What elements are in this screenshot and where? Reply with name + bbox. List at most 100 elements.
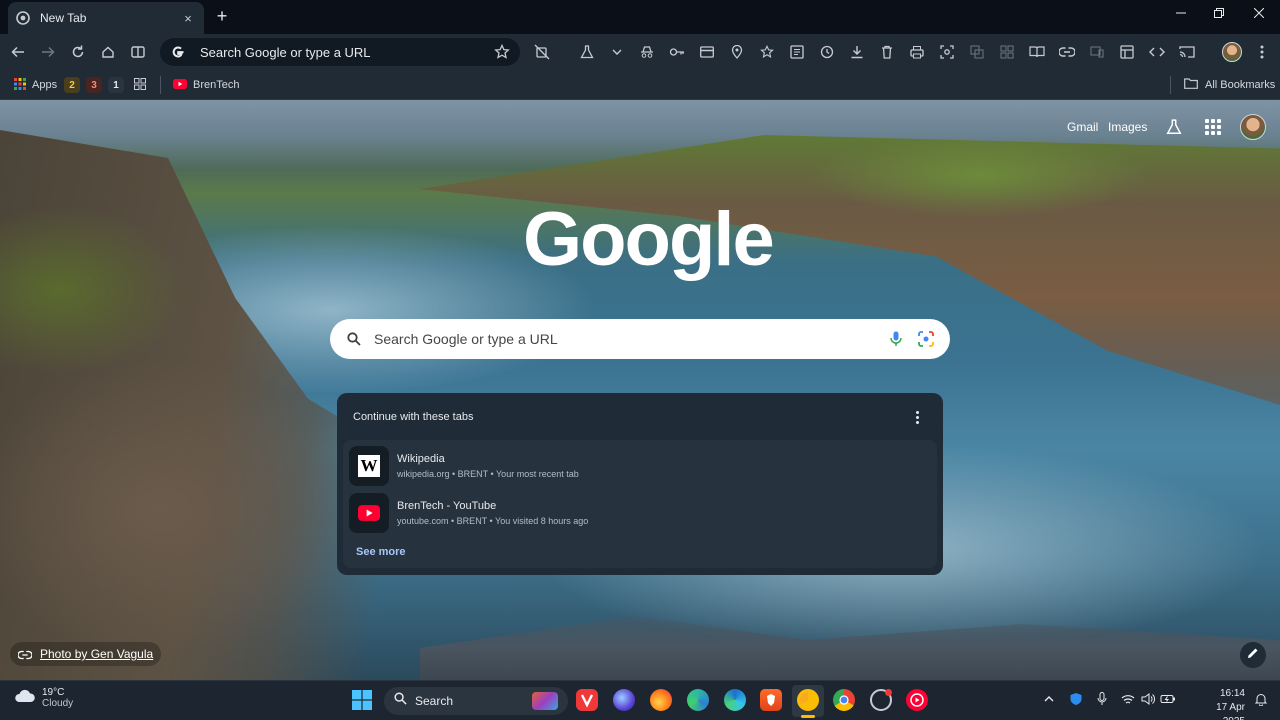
- extension-off-icon[interactable]: [532, 42, 552, 62]
- address-bar[interactable]: Search Google or type a URL: [160, 38, 520, 66]
- defender-shield-icon[interactable]: [1068, 691, 1084, 707]
- google-apps-icon[interactable]: [1205, 119, 1221, 135]
- taskbar-clock[interactable]: 16:14 17 Apr 2025: [1193, 687, 1245, 720]
- ntp-search-input[interactable]: [374, 331, 888, 347]
- forward-icon[interactable]: [38, 42, 58, 62]
- cast-icon[interactable]: [1177, 42, 1197, 62]
- tab-item-meta: youtube.com • BRENT • You visited 8 hour…: [397, 516, 589, 526]
- see-more-link[interactable]: See more: [356, 546, 406, 558]
- search-highlight-icon: [532, 692, 558, 710]
- minimize-icon[interactable]: [1168, 4, 1194, 22]
- vivaldi-icon[interactable]: [576, 689, 598, 711]
- photo-credit-link[interactable]: Photo by Gen Vagula: [10, 642, 162, 666]
- firefox-nightly-icon[interactable]: [613, 689, 635, 711]
- chrome-icon[interactable]: [833, 689, 855, 711]
- labs-flask-icon[interactable]: [1166, 119, 1182, 135]
- windows-start-icon[interactable]: [352, 690, 372, 710]
- new-tab-page: Gmail Images Google Continue with these …: [0, 100, 1280, 680]
- tab-search-icon[interactable]: [1117, 42, 1137, 62]
- card-more-icon[interactable]: [909, 409, 925, 425]
- address-bar-text: Search Google or type a URL: [200, 44, 371, 60]
- taskbar-search-label: Search: [415, 694, 454, 708]
- taskbar-search[interactable]: Search: [384, 687, 568, 715]
- reading-mode-icon[interactable]: [1027, 42, 1047, 62]
- payment-card-icon[interactable]: [697, 42, 717, 62]
- edge-icon[interactable]: [724, 689, 746, 711]
- images-link[interactable]: Images: [1108, 120, 1147, 134]
- tab-close-icon[interactable]: ×: [180, 11, 196, 26]
- bookmark-badge-3[interactable]: 3: [86, 76, 102, 94]
- bookmark-star-icon[interactable]: [494, 43, 510, 60]
- ntp-search-box[interactable]: [330, 319, 950, 359]
- tray-chevron-up-icon[interactable]: [1041, 691, 1057, 707]
- list-item[interactable]: W Wikipedia wikipedia.org • BRENT • Your…: [349, 445, 931, 487]
- home-icon[interactable]: [98, 42, 118, 62]
- password-key-icon[interactable]: [667, 42, 687, 62]
- active-app-indicator: [801, 715, 815, 718]
- new-tab-button[interactable]: +: [212, 6, 232, 26]
- badge-label: 2: [64, 77, 80, 93]
- account-avatar[interactable]: [1240, 114, 1266, 140]
- profile-avatar[interactable]: [1222, 42, 1242, 62]
- tab-title: New Tab: [40, 11, 87, 25]
- youtube-music-icon[interactable]: [906, 689, 928, 711]
- bookmark-tab-groups[interactable]: [134, 76, 146, 94]
- lens-screenshot-icon[interactable]: [937, 42, 957, 62]
- reload-icon[interactable]: [68, 42, 88, 62]
- photo-credit-label: Photo by Gen Vagula: [40, 647, 154, 661]
- incognito-icon[interactable]: [637, 42, 657, 62]
- edge-canary-icon[interactable]: [687, 689, 709, 711]
- bookmark-apps[interactable]: Apps: [14, 76, 57, 94]
- reading-list-icon[interactable]: [787, 42, 807, 62]
- list-item[interactable]: BrenTech - YouTube youtube.com • BRENT •…: [349, 492, 931, 534]
- brave-icon[interactable]: [760, 689, 782, 711]
- restore-icon[interactable]: [1206, 4, 1232, 22]
- bookmark-badge-2[interactable]: 2: [64, 76, 80, 94]
- close-window-icon[interactable]: [1246, 4, 1272, 22]
- microphone-icon[interactable]: [1094, 691, 1110, 707]
- youtube-icon: [349, 493, 389, 533]
- location-pin-icon[interactable]: [727, 42, 747, 62]
- copy-link-icon[interactable]: [1057, 42, 1077, 62]
- all-bookmarks-button[interactable]: All Bookmarks: [1184, 76, 1275, 94]
- customize-chrome-button[interactable]: [1240, 642, 1266, 668]
- volume-icon[interactable]: [1140, 691, 1156, 707]
- continue-tabs-card: Continue with these tabs W Wikipedia wik…: [337, 393, 943, 575]
- bookmark-brentech[interactable]: BrenTech: [173, 76, 239, 94]
- history-icon[interactable]: [817, 42, 837, 62]
- wifi-icon[interactable]: [1120, 691, 1136, 707]
- voice-search-icon[interactable]: [888, 330, 904, 348]
- developer-tools-icon[interactable]: [1147, 42, 1167, 62]
- bookmarks-divider: [160, 76, 161, 94]
- trash-icon[interactable]: [877, 42, 897, 62]
- tab-item-title: Wikipedia: [397, 453, 445, 465]
- more-menu-icon[interactable]: [1252, 42, 1272, 62]
- bookmarks-star-icon[interactable]: [757, 42, 777, 62]
- search-icon: [346, 331, 362, 347]
- bookmark-badge-1[interactable]: 1: [108, 76, 124, 94]
- translate-icon[interactable]: [967, 42, 987, 62]
- bookmarks-bar: Apps 2 3 1 BrenTech All Bookmarks: [0, 70, 1280, 100]
- tab-new-tab[interactable]: New Tab ×: [8, 2, 204, 34]
- side-panel-icon[interactable]: [128, 42, 148, 62]
- device-send-icon[interactable]: [1087, 42, 1107, 62]
- back-icon[interactable]: [8, 42, 28, 62]
- bookmark-brentech-label: BrenTech: [193, 79, 240, 91]
- tab-groups-icon[interactable]: [997, 42, 1017, 62]
- battery-icon[interactable]: [1160, 691, 1176, 707]
- continue-tabs-heading: Continue with these tabs: [353, 411, 474, 423]
- link-icon: [17, 649, 33, 660]
- chrome-icon: [16, 11, 30, 25]
- weather-widget[interactable]: 19°C Cloudy: [14, 687, 73, 709]
- chevron-down-icon[interactable]: [607, 42, 627, 62]
- gmail-link[interactable]: Gmail: [1067, 120, 1098, 134]
- lens-icon[interactable]: [918, 331, 934, 347]
- download-icon[interactable]: [847, 42, 867, 62]
- print-icon[interactable]: [907, 42, 927, 62]
- notification-bell-icon[interactable]: [1253, 691, 1269, 707]
- google-logo: Google: [523, 197, 775, 282]
- firefox-icon[interactable]: [650, 689, 672, 711]
- chrome-canary-icon[interactable]: [797, 689, 819, 711]
- labs-flask-icon[interactable]: [577, 42, 597, 62]
- bookmarks-divider: [1170, 76, 1171, 94]
